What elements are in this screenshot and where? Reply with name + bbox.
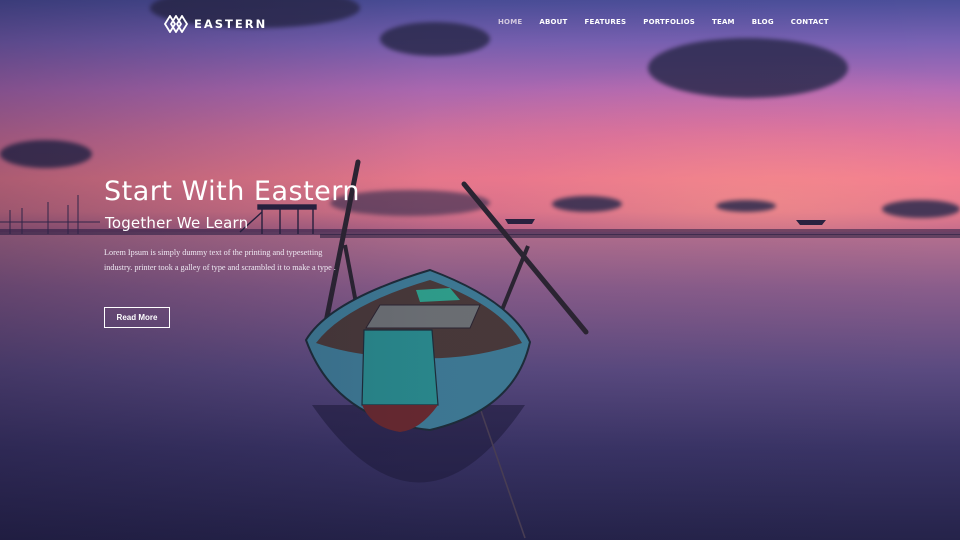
hero-subtitle: Together We Learn [105,214,249,232]
hero-description: Lorem Ipsum is simply dummy text of the … [104,248,336,272]
hero-title: Start With Eastern [104,176,361,207]
nav-item-portfolios[interactable]: PORTFOLIOS [643,18,695,26]
nav-item-about[interactable]: ABOUT [539,18,567,26]
nav-item-home[interactable]: HOME [498,18,522,26]
nav-item-features[interactable]: FEATURES [585,18,627,26]
read-more-button[interactable]: Read More [104,307,170,328]
main-nav: HOME ABOUT FEATURES PORTFOLIOS TEAM BLOG… [498,18,846,26]
brand-name: EASTERN [194,17,268,31]
top-navbar: EASTERN HOME ABOUT FEATURES PORTFOLIOS T… [0,0,960,48]
diamond-lattice-icon [164,15,188,33]
brand-logo[interactable]: EASTERN [164,15,267,33]
nav-item-team[interactable]: TEAM [712,18,735,26]
nav-item-contact[interactable]: CONTACT [791,18,829,26]
nav-item-blog[interactable]: BLOG [752,18,774,26]
